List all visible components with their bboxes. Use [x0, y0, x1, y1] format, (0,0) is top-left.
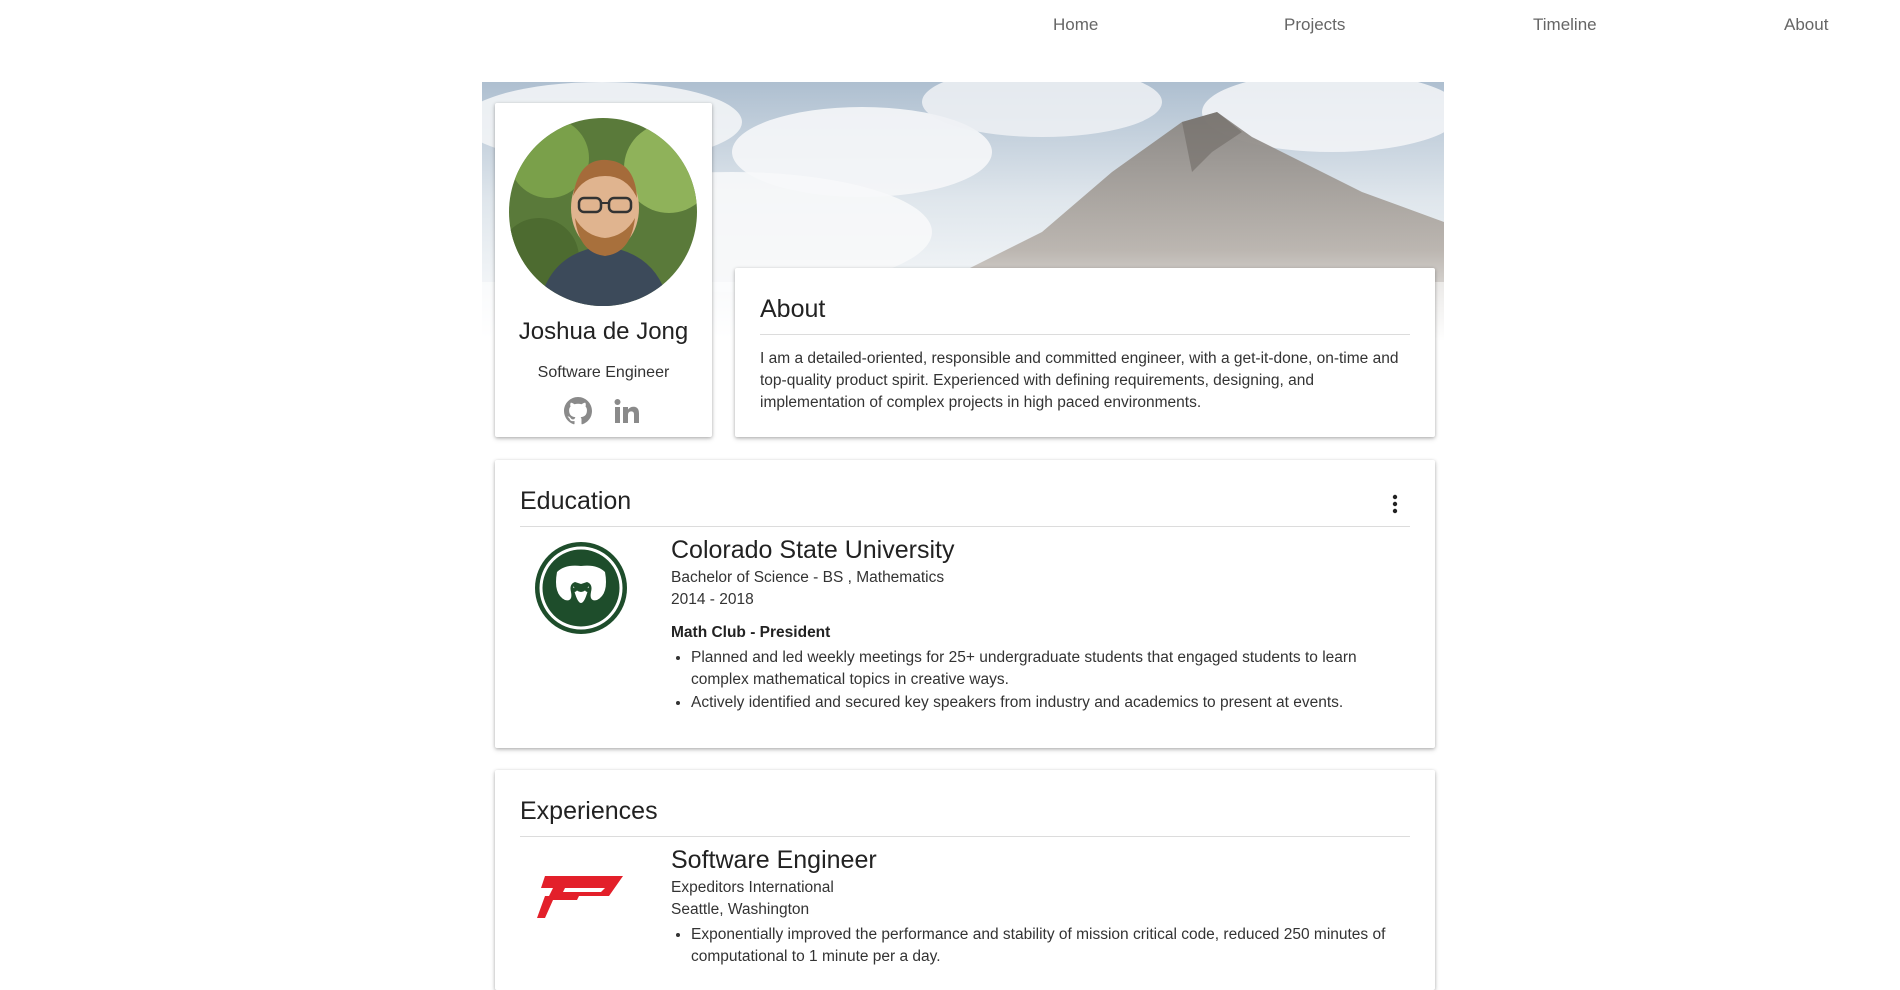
about-text: I am a detailed-oriented, responsible an…: [760, 350, 1399, 411]
list-item: Exponentially improved the performance a…: [691, 924, 1411, 968]
experiences-title: Experiences: [520, 797, 658, 825]
divider: [520, 526, 1410, 527]
csu-ram-logo: [535, 542, 627, 634]
activity-title: Math Club - President: [671, 624, 831, 641]
school-name: Colorado State University: [671, 536, 955, 564]
job-role: Software Engineer: [671, 846, 877, 874]
education-title: Education: [520, 487, 632, 515]
experience-bullets: Exponentially improved the performance a…: [671, 924, 1411, 969]
profile-name: Joshua de Jong: [518, 318, 689, 345]
profile-card: Joshua de Jong Software Engineer: [495, 103, 712, 437]
divider: [520, 836, 1410, 837]
expeditors-logo: [535, 868, 627, 920]
linkedin-icon[interactable]: [613, 397, 641, 425]
avatar: [509, 118, 697, 306]
nav-timeline-link[interactable]: Timeline: [1533, 15, 1597, 35]
education-years: 2014 - 2018: [671, 591, 754, 608]
top-nav: Home Projects Timeline About: [0, 0, 1900, 50]
about-title: About: [760, 295, 826, 323]
nav-home-link[interactable]: Home: [1053, 15, 1098, 35]
more-options-icon[interactable]: [1385, 492, 1405, 516]
nav-about-link[interactable]: About: [1784, 15, 1828, 35]
divider: [760, 334, 1410, 335]
nav-projects-link[interactable]: Projects: [1284, 15, 1345, 35]
github-icon[interactable]: [564, 397, 592, 425]
list-item: Actively identified and secured key spea…: [691, 692, 1411, 714]
profile-job-title: Software Engineer: [537, 364, 670, 381]
company-name: Expeditors International: [671, 879, 834, 896]
about-card: About I am a detailed-oriented, responsi…: [735, 268, 1435, 437]
activity-bullets: Planned and led weekly meetings for 25+ …: [671, 647, 1411, 715]
education-card: Education Colorado State University Bach…: [495, 460, 1435, 748]
list-item: Planned and led weekly meetings for 25+ …: [691, 647, 1411, 691]
experiences-card: Experiences Software Engineer Expeditors…: [495, 770, 1435, 990]
job-location: Seattle, Washington: [671, 901, 810, 918]
degree: Bachelor of Science - BS , Mathematics: [671, 569, 945, 586]
